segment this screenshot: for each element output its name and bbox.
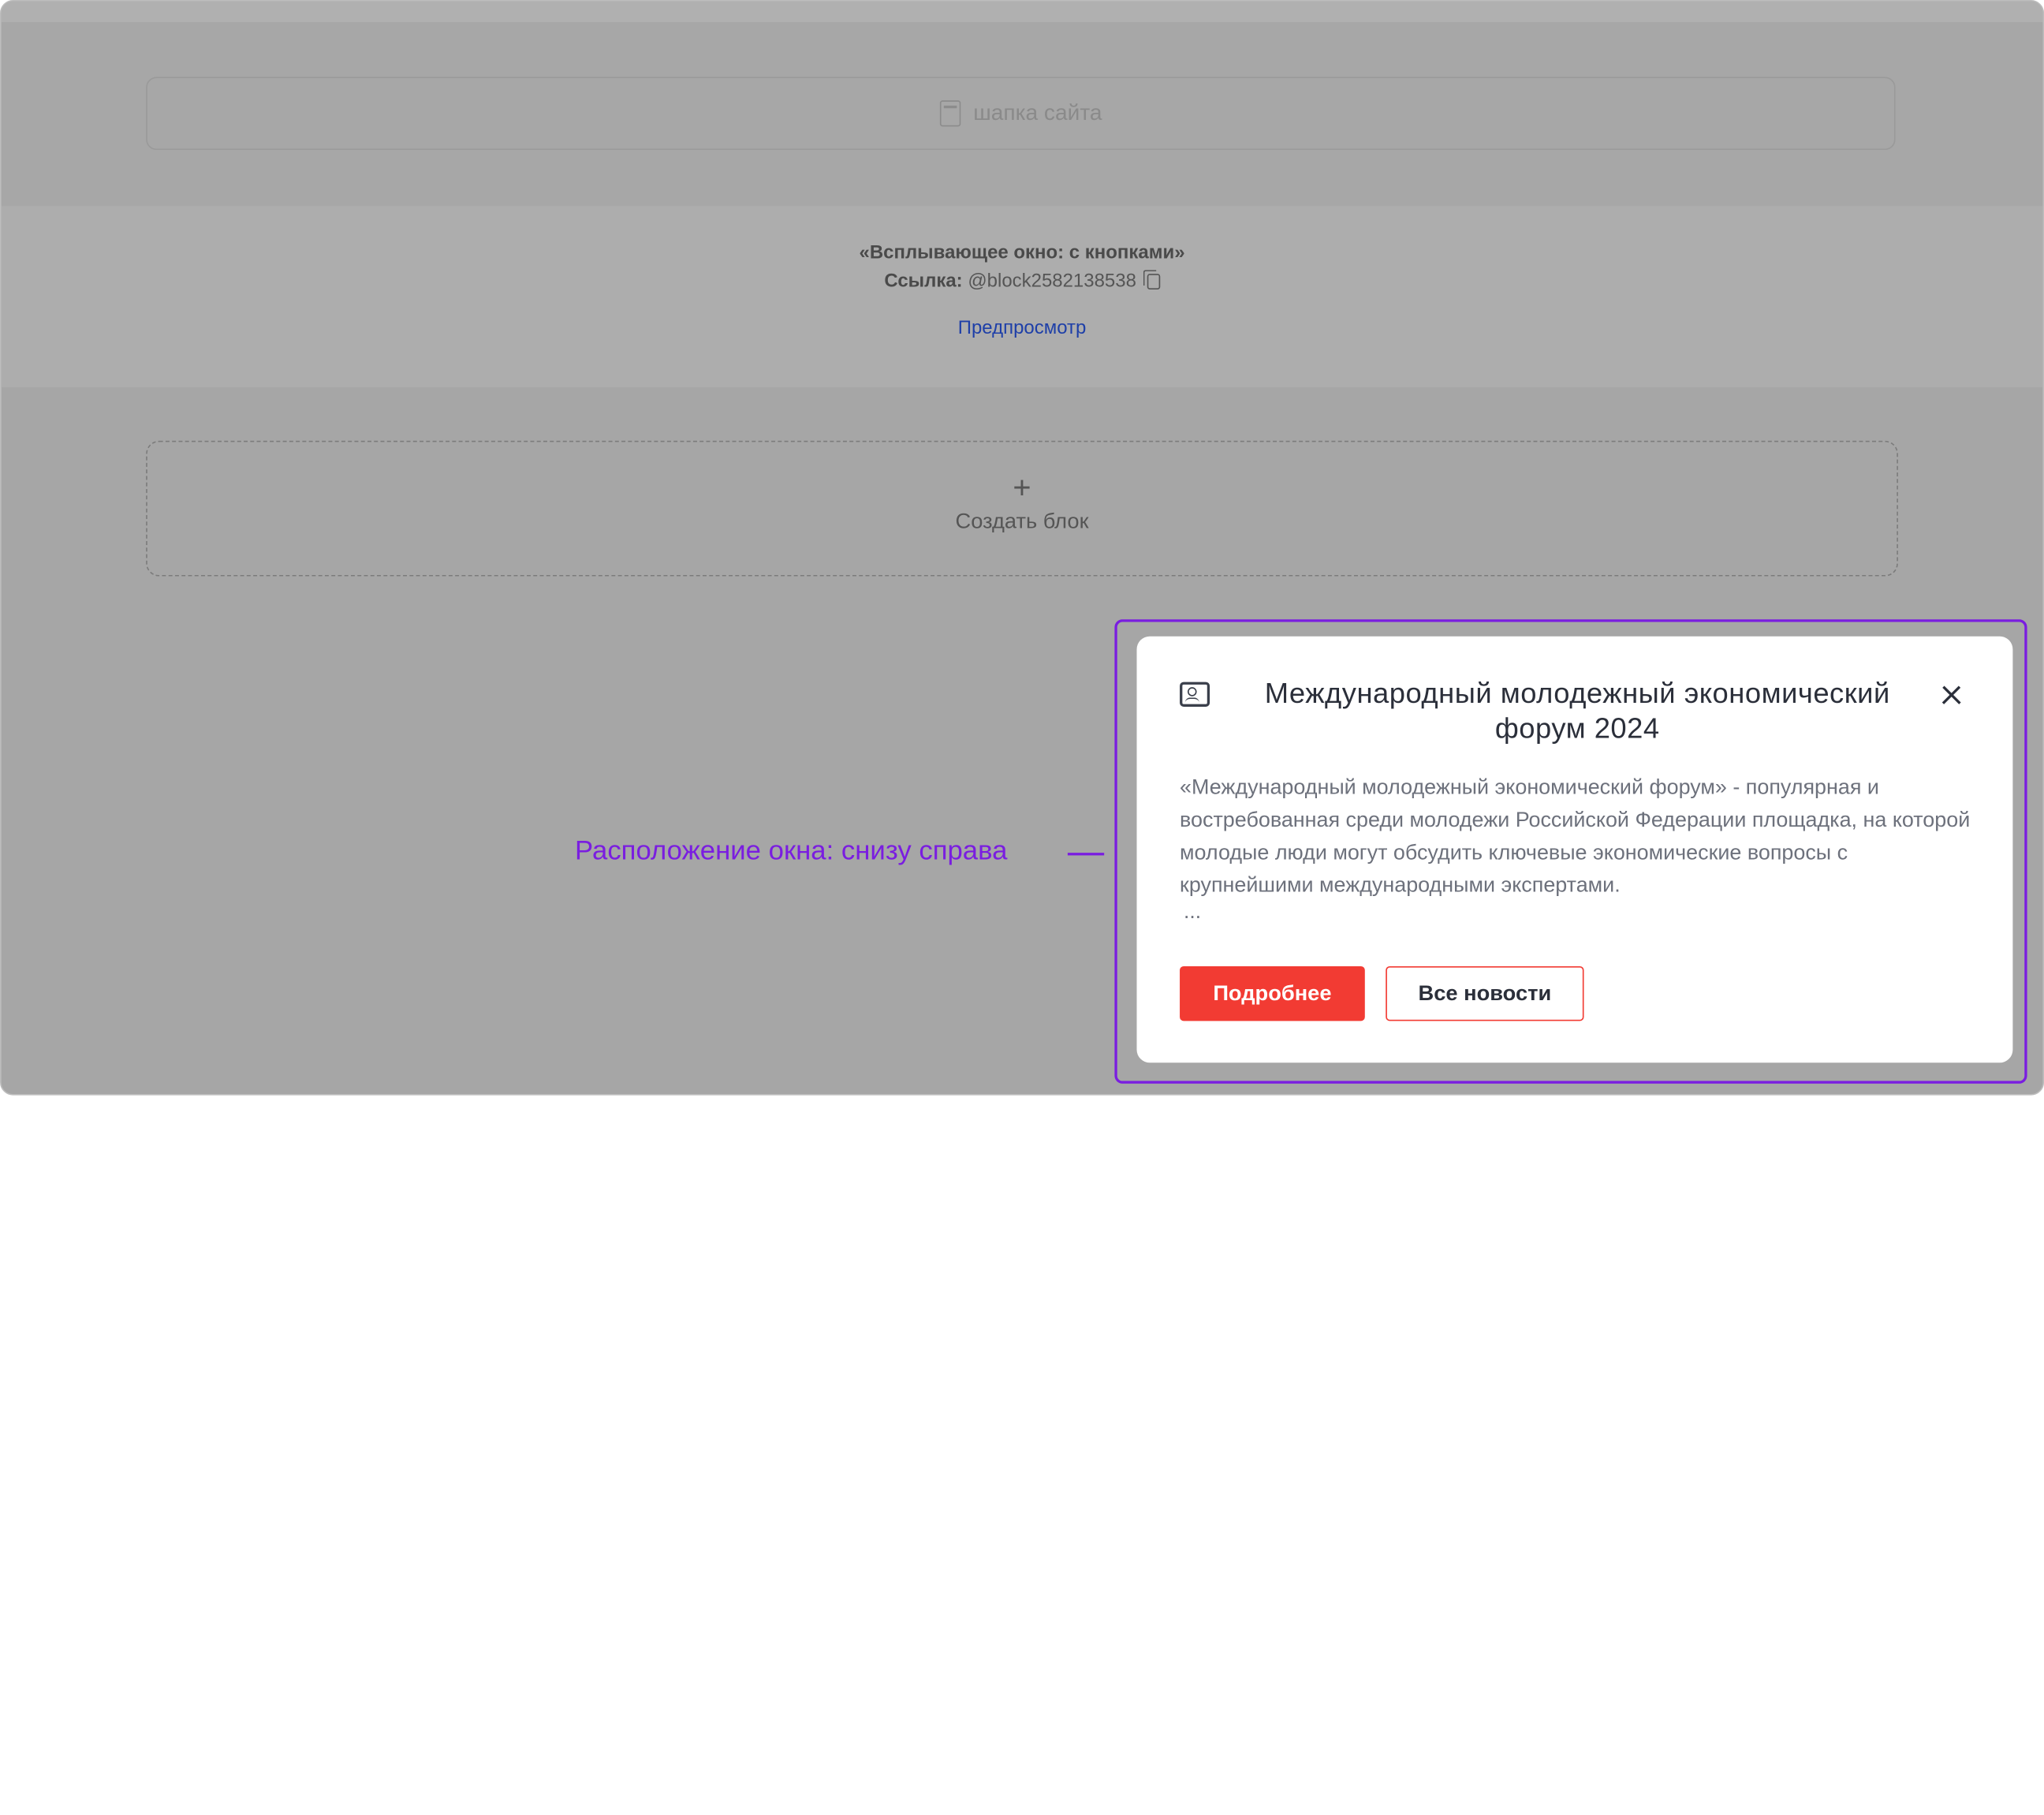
popup-body-text: «Международный молодежный экономический … — [1180, 775, 1971, 898]
block-link-value: @block2582138538 — [968, 271, 1136, 293]
popup-title: Международный молодежный экономический ф… — [1264, 676, 1890, 745]
block-title: «Всплывающее окно: с кнопками» — [859, 242, 1185, 263]
preview-link[interactable]: Предпросмотр — [2, 318, 2043, 338]
popup-ellipsis: ... — [1184, 901, 1202, 924]
page-icon — [939, 100, 960, 127]
block-link-label: Ссылка: — [884, 271, 963, 293]
popup-block-zone[interactable] — [1, 206, 2043, 387]
all-news-label: Все новости — [1418, 980, 1552, 1005]
more-details-button[interactable]: Подробнее — [1180, 965, 1365, 1021]
popup-window: Международный молодежный экономический ф… — [1136, 636, 2013, 1063]
editor-canvas: шапка сайта «Всплывающее окно: с кнопкам… — [0, 0, 2044, 1096]
block-link-row: Ссылка: @block2582138538 — [2, 270, 2043, 293]
more-details-label: Подробнее — [1213, 980, 1332, 1005]
copy-icon[interactable] — [1143, 270, 1160, 289]
site-header-placeholder[interactable]: шапка сайта — [146, 77, 1896, 151]
top-band — [1, 1, 2043, 23]
all-news-button[interactable]: Все новости — [1386, 965, 1584, 1021]
create-block-label: Создать блок — [955, 510, 1089, 534]
id-card-icon — [1180, 682, 1210, 707]
plus-icon: + — [1013, 470, 1031, 506]
position-annotation: Расположение окна: снизу справа — [575, 835, 1008, 866]
annotation-connector — [1067, 853, 1105, 856]
create-block-button[interactable]: + Создать блок — [146, 440, 1898, 577]
close-icon[interactable] — [1936, 679, 1968, 711]
site-header-label: шапка сайта — [973, 100, 1102, 125]
preview-link-label[interactable]: Предпросмотр — [958, 318, 1087, 338]
